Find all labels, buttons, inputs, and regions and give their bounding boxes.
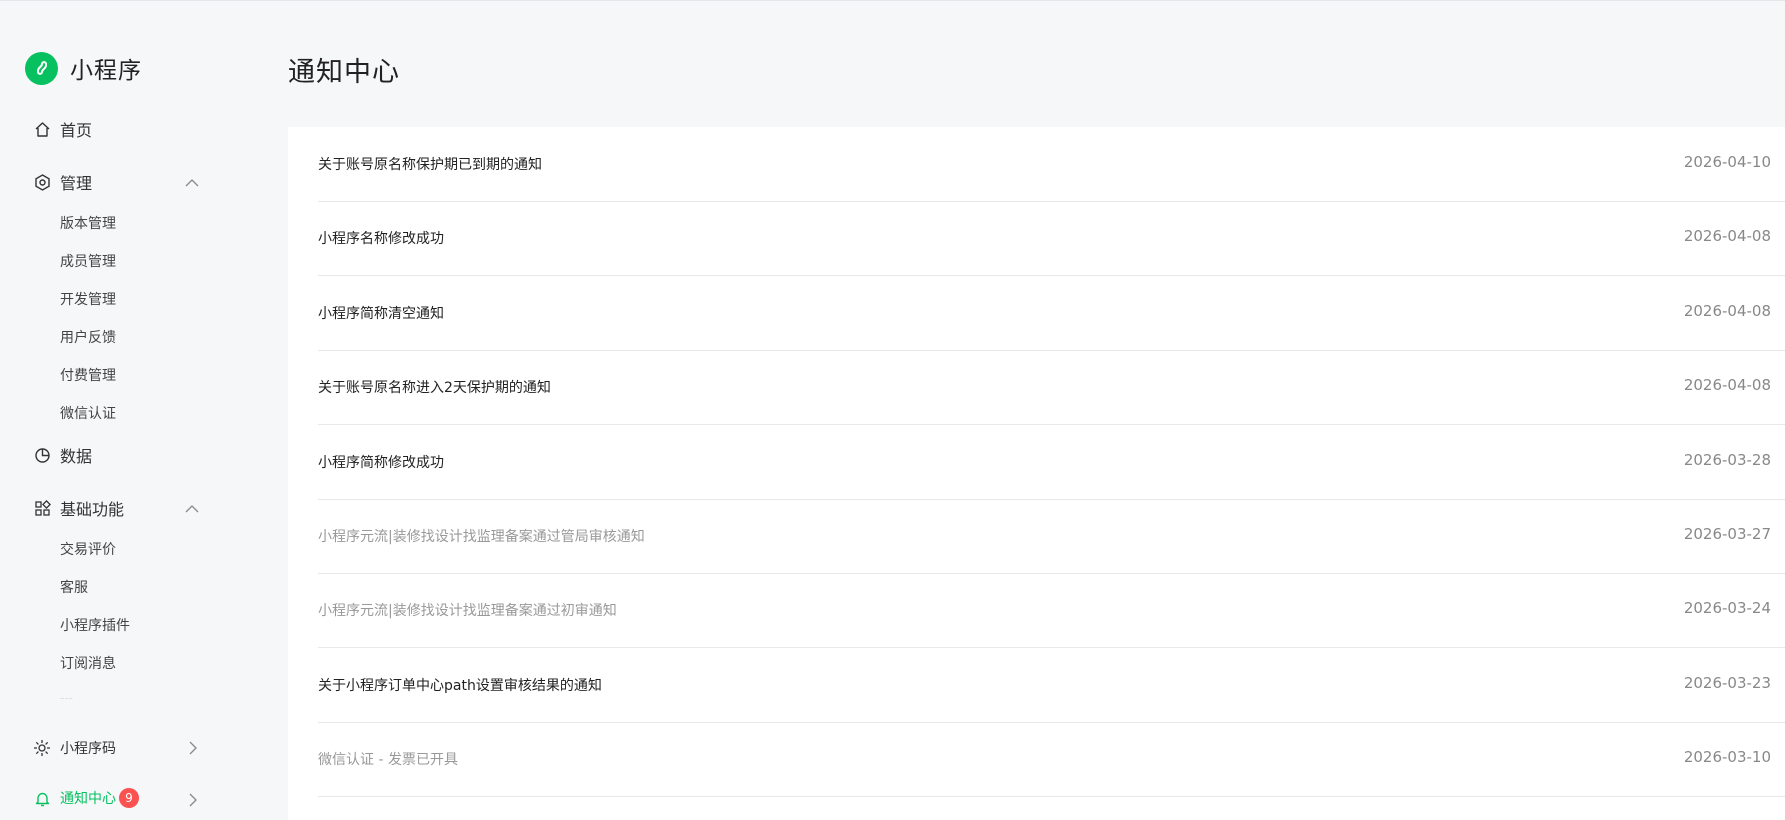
notification-row[interactable]: 关于账号原名称进入2天保护期的通知 2026-04-08 xyxy=(318,350,1785,425)
nav-qrcode[interactable]: 小程序码 xyxy=(33,738,116,758)
notification-date: 2026-03-24 xyxy=(1683,599,1771,617)
notification-title: 小程序简称清空通知 xyxy=(318,306,444,322)
notification-title: 关于小程序订单中心path设置审核结果的通知 xyxy=(318,678,602,694)
notification-title: 小程序简称修改成功 xyxy=(318,455,444,471)
chevron-up-icon[interactable] xyxy=(183,499,201,517)
sub-item-reviews[interactable]: 交易评价 xyxy=(60,539,116,559)
notify-badge: 9 xyxy=(119,788,139,808)
notification-title: 小程序元流|装修找设计找监理备案通过初审通知 xyxy=(318,603,617,619)
page-title: 通知中心 xyxy=(288,57,400,88)
nav-manage-label: 管理 xyxy=(60,174,93,193)
sub-item-customer-service[interactable]: 客服 xyxy=(60,577,88,597)
sidebar: 小程序 首页 管理 版本管理 成员管理 开发管理 用户反馈 付费管理 微信认证 … xyxy=(0,0,288,820)
chevron-up-icon[interactable] xyxy=(183,173,201,191)
nav-notify[interactable]: 通知中心 9 xyxy=(33,788,139,808)
chevron-right-icon[interactable] xyxy=(183,739,201,757)
sub-item-feedback[interactable]: 用户反馈 xyxy=(60,327,116,347)
notification-row[interactable]: 微信认证 - 发票已开具 2026-03-10 xyxy=(318,722,1785,797)
chevron-right-icon[interactable] xyxy=(183,791,201,809)
notification-date: 2026-03-10 xyxy=(1683,748,1771,766)
apps-grid-icon xyxy=(33,499,51,517)
nav-notify-label: 通知中心 xyxy=(60,791,116,807)
notification-date: 2026-04-08 xyxy=(1683,227,1771,245)
notification-row[interactable]: 关于账号原名称保护期已到期的通知 2026-04-10 xyxy=(318,127,1785,202)
nav-basic-label: 基础功能 xyxy=(60,500,125,519)
notification-date: 2026-04-08 xyxy=(1683,376,1771,394)
bell-icon xyxy=(33,789,51,807)
notification-title: 小程序名称修改成功 xyxy=(318,231,444,247)
sub-item-dev[interactable]: 开发管理 xyxy=(60,289,116,309)
sub-item-wechat-verify[interactable]: 微信认证 xyxy=(60,403,116,423)
nav-home-label: 首页 xyxy=(60,121,93,140)
notification-title: 关于账号原名称保护期已到期的通知 xyxy=(318,157,542,173)
notification-row[interactable]: 小程序简称修改成功 2026-03-28 xyxy=(318,425,1785,500)
nav-qrcode-label: 小程序码 xyxy=(60,741,116,757)
notification-title: 微信认证 - 发票已开具 xyxy=(318,752,458,768)
nav-data-label: 数据 xyxy=(60,447,93,466)
notification-row[interactable]: 关于小程序订单中心path设置审核结果的通知 2026-03-23 xyxy=(318,648,1785,723)
qrcode-sun-icon xyxy=(33,739,51,757)
notification-title: 关于账号原名称进入2天保护期的通知 xyxy=(318,380,551,396)
notification-date: 2026-04-10 xyxy=(1683,153,1771,171)
sub-item-version[interactable]: 版本管理 xyxy=(60,213,116,233)
app-name: 小程序 xyxy=(70,58,142,84)
sub-item-plugins[interactable]: 小程序插件 xyxy=(60,615,130,635)
notification-date: 2026-04-08 xyxy=(1683,302,1771,320)
notification-date: 2026-03-27 xyxy=(1683,525,1771,543)
notification-row[interactable]: 小程序简称清空通知 2026-04-08 xyxy=(318,276,1785,351)
notification-row[interactable]: 小程序名称修改成功 2026-04-08 xyxy=(318,201,1785,276)
sub-item-faded: --- xyxy=(60,691,73,705)
sub-item-subscribe[interactable]: 订阅消息 xyxy=(60,653,116,673)
home-icon xyxy=(33,120,51,138)
pie-chart-icon xyxy=(33,446,51,464)
notification-date: 2026-03-23 xyxy=(1683,674,1771,692)
settings-hexagon-icon xyxy=(33,173,51,191)
sub-item-payment[interactable]: 付费管理 xyxy=(60,365,116,385)
miniprogram-logo-icon xyxy=(25,51,58,85)
nav-data[interactable]: 数据 xyxy=(33,443,92,467)
nav-home[interactable]: 首页 xyxy=(33,117,92,141)
notification-row[interactable]: 小程序元流|装修找设计找监理备案通过管局审核通知 2026-03-27 xyxy=(318,499,1785,574)
nav-manage[interactable]: 管理 xyxy=(33,170,92,194)
notification-row[interactable]: 小程序元流|装修找设计找监理备案通过初审通知 2026-03-24 xyxy=(318,573,1785,648)
nav-basic[interactable]: 基础功能 xyxy=(33,496,124,520)
notification-title: 小程序元流|装修找设计找监理备案通过管局审核通知 xyxy=(318,529,645,545)
notification-list: 关于账号原名称保护期已到期的通知 2026-04-10 小程序名称修改成功 20… xyxy=(288,127,1785,820)
app-logo[interactable]: 小程序 xyxy=(25,51,142,85)
sub-item-members[interactable]: 成员管理 xyxy=(60,251,116,271)
notification-date: 2026-03-28 xyxy=(1683,451,1771,469)
